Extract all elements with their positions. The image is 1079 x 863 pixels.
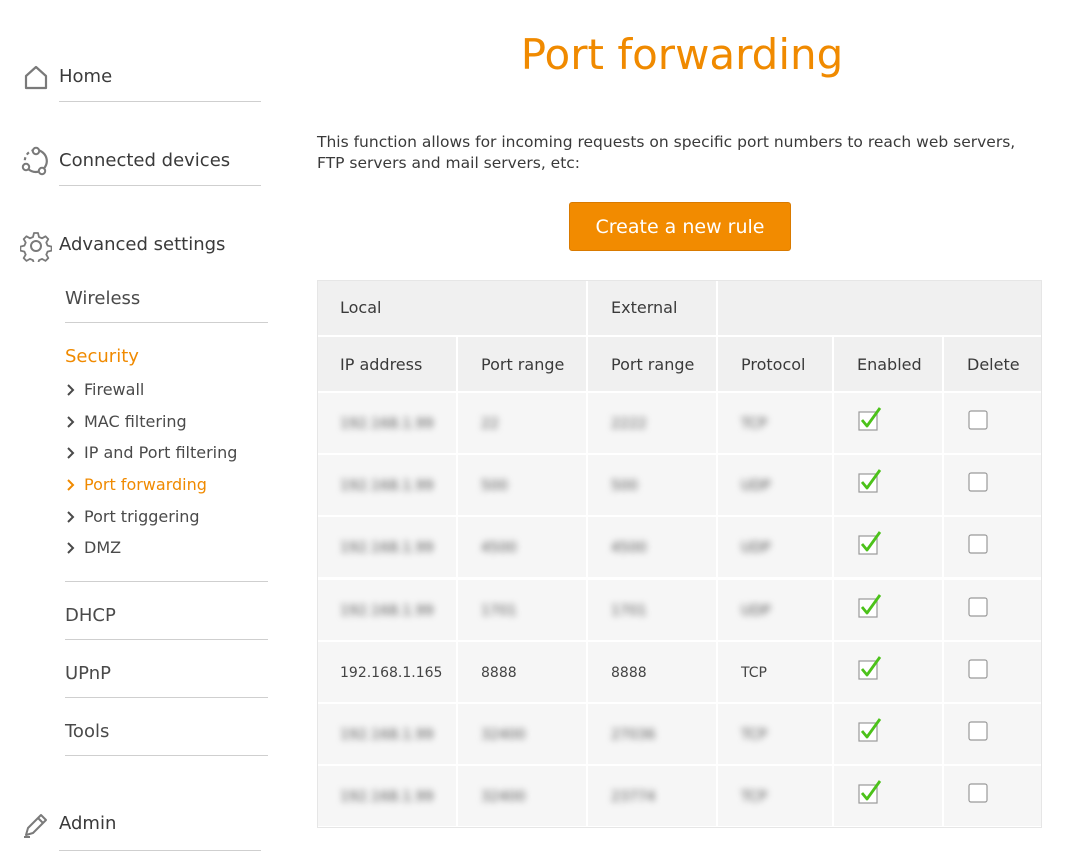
chevron-right-icon (67, 384, 75, 396)
sidebar-item-tools[interactable]: Tools (65, 721, 268, 742)
chevron-right-icon (67, 447, 75, 460)
chevron-right-icon (67, 415, 75, 428)
table-frame (317, 280, 1042, 828)
chevron-right-icon (67, 479, 75, 491)
divider (65, 581, 268, 582)
sidebar-item-admin[interactable]: Admin (20, 809, 261, 851)
divider (59, 101, 261, 102)
divider (59, 850, 261, 851)
chevron-right-icon (67, 511, 75, 523)
sidebar-subitem-port-triggering[interactable]: Port triggering (65, 507, 268, 539)
sidebar-subitem-port-forwarding[interactable]: Port forwarding (65, 475, 268, 507)
chevron-right-icon (67, 542, 75, 555)
gear-icon (20, 232, 52, 262)
divider (59, 185, 261, 186)
sidebar-item-label: Connected devices (59, 150, 231, 171)
sidebar-subitem-ip-and-port-filtering[interactable]: IP and Port filtering (65, 443, 268, 475)
sidebar-item-dhcp[interactable]: DHCP (65, 605, 268, 626)
sidebar-item-label: Wireless (65, 288, 141, 309)
page-description: This function allows for incoming reques… (317, 133, 1016, 172)
sidebar-item-advanced-settings[interactable]: Advanced settings (20, 230, 261, 266)
sidebar-item-label: DHCP (65, 605, 116, 626)
sidebar-nav: Home Connected devices Advanced settings… (0, 0, 290, 863)
sidebar-subitem-firewall[interactable]: Firewall (65, 380, 268, 412)
sidebar-item-label: Admin (59, 813, 117, 834)
sidebar-item-security[interactable]: Security (65, 346, 268, 367)
sidebar-subitem-label: DMZ (84, 538, 122, 558)
sidebar-item-home[interactable]: Home (20, 62, 261, 102)
sidebar-subitem-label: MAC filtering (84, 411, 187, 431)
sidebar-item-label: Tools (65, 721, 110, 742)
connected-devices-icon (21, 146, 48, 176)
port-forwarding-table: Local External IP address Port range Por… (317, 280, 1042, 828)
divider (65, 322, 268, 323)
page-title: Port forwarding (520, 30, 844, 79)
sidebar-subitem-label: Port forwarding (84, 475, 207, 495)
sidebar-subitem-label: Port triggering (84, 506, 200, 526)
sidebar-subitem-mac-filtering[interactable]: MAC filtering (65, 412, 268, 444)
home-icon (24, 65, 48, 90)
sidebar-item-label: UPnP (65, 663, 111, 684)
security-submenu: Firewall MAC filtering IP and Port filteri… (65, 380, 268, 570)
sidebar-item-wireless[interactable]: Wireless (65, 288, 268, 309)
sidebar-item-connected-devices[interactable]: Connected devices (20, 146, 261, 186)
sidebar-item-label: Advanced settings (59, 234, 226, 255)
create-rule-button[interactable]: Create a new rule (569, 202, 791, 251)
pencil-icon (24, 814, 47, 838)
sidebar-subitem-label: IP and Port filtering (84, 443, 238, 463)
sidebar-item-upnp[interactable]: UPnP (65, 663, 268, 684)
divider (65, 755, 268, 756)
sidebar-item-label: Security (65, 346, 139, 367)
sidebar-subitem-dmz[interactable]: DMZ (65, 538, 268, 570)
divider (65, 639, 268, 640)
divider (65, 697, 268, 698)
sidebar-item-label: Home (59, 66, 113, 87)
sidebar-subitem-label: Firewall (84, 380, 145, 399)
